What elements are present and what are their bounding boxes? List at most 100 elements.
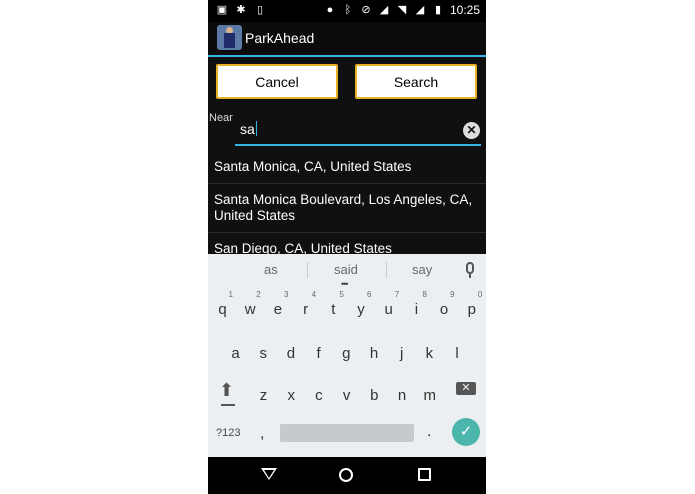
word-suggestion-strip: as said ••• say [208,254,486,289]
period-key[interactable]: . [427,423,431,441]
key-number-hint: 1 [228,290,233,299]
key-q[interactable]: 1q [209,290,236,320]
recents-icon[interactable] [418,468,431,481]
key-label: f [316,345,321,362]
shift-underline [221,404,235,406]
key-p[interactable]: 0p [458,290,485,320]
key-label: w [244,301,256,318]
key-number-hint: 3 [283,290,289,299]
key-label: d [286,345,296,362]
suggestion-item[interactable]: Santa Monica Boulevard, Los Angeles, CA,… [208,184,486,233]
clear-icon[interactable]: ✕ [463,122,480,139]
near-search-input[interactable]: sa [240,121,257,137]
key-label: n [397,387,407,404]
location-icon: ● [326,4,334,16]
divider [307,262,308,278]
status-time: 10:25 [449,3,480,17]
key-c[interactable]: c [305,376,332,406]
key-label: j [400,345,404,362]
key-label: l [455,345,459,362]
key-number-hint: 6 [367,290,372,299]
key-v[interactable]: v [333,376,360,406]
search-button[interactable]: Search [355,64,477,99]
key-h[interactable]: h [361,334,388,364]
key-y[interactable]: 6y [348,290,375,320]
key-number-hint: 5 [339,290,344,299]
wifi-icon: ◥ [397,4,407,16]
key-b[interactable]: b [361,376,388,406]
key-number-hint: 4 [311,290,317,299]
space-key[interactable] [280,424,414,442]
key-number-hint: 0 [477,290,483,299]
signal-icon: ◢ [379,4,389,16]
key-o[interactable]: 9o [431,290,458,320]
mic-stand [469,274,471,278]
key-w[interactable]: 2w [237,290,264,320]
key-f[interactable]: f [305,334,332,364]
cancel-button[interactable]: Cancel [216,64,338,99]
key-a[interactable]: a [222,334,249,364]
bluetooth-icon: ᛒ [344,4,352,16]
near-label: Near [209,112,233,124]
android-debug-icon: ✱ [236,4,246,16]
phone-icon: ▯ [256,4,264,16]
app-logo-icon [217,25,242,50]
key-m[interactable]: m [416,376,443,406]
key-label: p [467,301,476,318]
key-label: o [439,301,449,318]
app-bar: ParkAhead [208,22,486,57]
comma-key[interactable]: , [260,425,264,443]
key-label: m [423,387,436,404]
word-suggestion[interactable]: as [264,262,278,277]
key-j[interactable]: j [388,334,415,364]
key-label: x [287,387,295,404]
back-icon-inner [264,470,274,478]
status-bar: ▣ ✱ ▯ ● ᛒ ⊘ ◢ ◥ ◢ ▮ 10:25 [208,0,486,22]
backspace-icon[interactable]: ✕ [456,382,476,395]
key-label: u [384,301,393,318]
key-number-hint: 2 [256,290,261,299]
home-icon[interactable] [339,468,353,482]
key-g[interactable]: g [333,334,360,364]
key-label: g [342,345,351,362]
key-i[interactable]: 8i [403,290,430,320]
key-label: k [425,345,434,362]
key-label: s [259,345,267,362]
search-input-value: sa [240,121,255,137]
key-s[interactable]: s [250,334,277,364]
suggestion-item[interactable]: Santa Monica, CA, United States [208,151,486,184]
symbols-key[interactable]: ?123 [216,427,240,439]
key-number-hint: 7 [394,290,400,299]
navigation-bar [208,457,486,494]
word-suggestion[interactable]: say [412,262,432,277]
checkmark-icon[interactable]: ✓ [452,418,480,446]
key-u[interactable]: 7u [375,290,402,320]
shift-icon[interactable]: ⬆ [219,380,234,401]
soft-keyboard: as said ••• say 1q2w3e4r5t6y7u8i9o0p asd… [208,254,486,457]
input-underline [235,144,481,146]
key-label: b [370,387,379,404]
key-e[interactable]: 3e [264,290,291,320]
app-title: ParkAhead [245,30,315,46]
suggestion-list: Santa Monica, CA, United States Santa Mo… [208,151,486,266]
key-label: c [315,387,323,404]
key-t[interactable]: 5t [320,290,347,320]
key-r[interactable]: 4r [292,290,319,320]
key-d[interactable]: d [277,334,304,364]
more-suggestions-icon: ••• [341,279,349,289]
key-number-hint: 9 [450,290,455,299]
key-label: q [218,301,227,318]
mic-icon[interactable] [466,262,474,274]
key-z[interactable]: z [250,376,277,406]
key-n[interactable]: n [389,376,416,406]
key-k[interactable]: k [416,334,443,364]
key-l[interactable]: l [444,334,471,364]
key-label: r [303,301,309,318]
phone-screen: ▣ ✱ ▯ ● ᛒ ⊘ ◢ ◥ ◢ ▮ 10:25 ParkAhead Canc… [208,0,486,494]
key-label: h [369,345,379,362]
image-icon: ▣ [216,4,228,16]
key-label: e [273,301,283,318]
key-x[interactable]: x [278,376,305,406]
no-disturb-icon: ⊘ [361,4,371,16]
word-suggestion[interactable]: said [334,262,358,277]
